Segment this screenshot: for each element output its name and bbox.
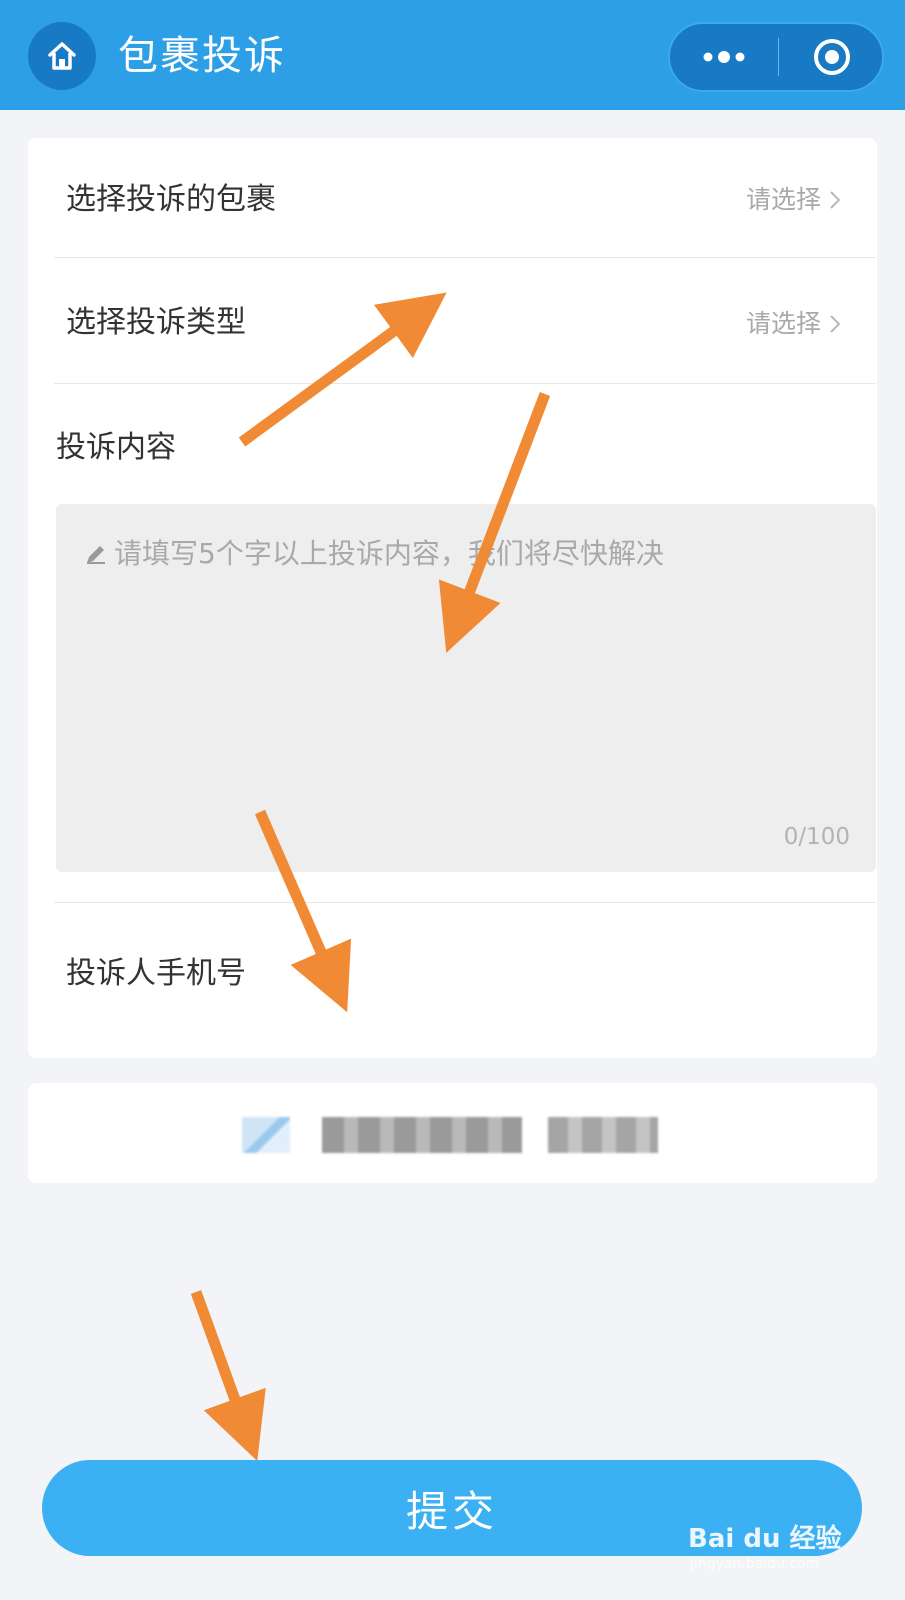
pencil-icon [87,546,105,564]
select-package-value[interactable]: 请选择 [746,180,841,220]
target-circle-icon [813,39,850,75]
page-title: 包裹投诉 [118,33,286,79]
select-package-row[interactable]: 选择投诉的包裹 请选择 [28,138,877,264]
phone-label: 投诉人手机号 [66,956,246,991]
home-button[interactable] [28,22,96,90]
textarea-placeholder: 请填写5个字以上投诉内容，我们将尽快解决 [84,534,664,574]
home-icon [48,42,76,70]
complaint-content-label: 投诉内容 [56,430,176,465]
close-button[interactable] [779,24,884,90]
textarea-placeholder-text: 请填写5个字以上投诉内容，我们将尽快解决 [114,537,664,570]
select-type-value[interactable]: 请选择 [746,304,841,344]
select-package-placeholder: 请选择 [745,185,821,214]
complaint-content-textarea[interactable]: 请填写5个字以上投诉内容，我们将尽快解决 0/100 [56,504,876,872]
watermark-brand: Bai du 经验 [688,1524,842,1554]
select-type-label: 选择投诉类型 [66,305,246,340]
more-dots-icon [703,51,745,63]
watermark-site: jingyan.baidu.com [690,1556,820,1572]
select-type-placeholder: 请选择 [745,309,821,338]
annotation-arrow [190,1290,266,1462]
mini-program-capsule [668,22,884,92]
phone-value-card[interactable] [28,1083,877,1183]
divider [54,902,876,903]
char-counter: 0/100 [783,824,850,850]
select-type-row[interactable]: 选择投诉类型 请选择 [28,258,877,384]
chevron-right-icon [830,315,841,333]
pixelated-text [322,1117,522,1153]
nav-bar: 包裹投诉 [0,0,905,110]
chevron-right-icon [830,191,841,209]
complaint-form-card: 选择投诉的包裹 请选择 选择投诉类型 请选择 投诉内容 请填写5个字以上投诉内容… [28,138,877,1058]
more-button[interactable] [670,24,778,90]
select-package-label: 选择投诉的包裹 [66,182,276,217]
pixelated-text [548,1117,658,1153]
pixelated-icon [242,1117,290,1153]
divider [54,383,876,384]
